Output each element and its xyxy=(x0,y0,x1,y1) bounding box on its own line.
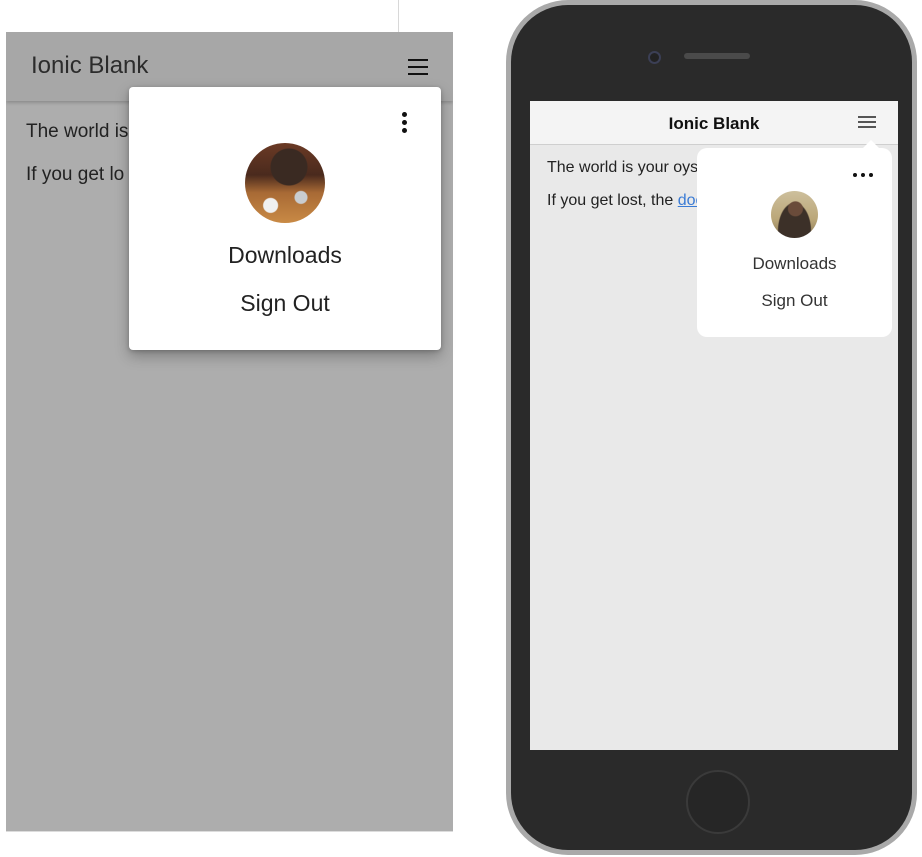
content-text-prefix: If you get lost, the xyxy=(547,192,678,209)
ios-preview-screen: Ionic Blank The world is your oyst If yo… xyxy=(530,101,898,750)
home-button[interactable] xyxy=(686,770,750,834)
content-text-line-2: If you get lo xyxy=(26,164,125,185)
content-text-line-1: The world is xyxy=(26,121,129,142)
menu-item-downloads[interactable]: Downloads xyxy=(129,242,441,269)
divider xyxy=(398,0,399,32)
speaker-grille xyxy=(684,53,750,59)
menu-item-sign-out[interactable]: Sign Out xyxy=(697,291,892,311)
page-title: Ionic Blank xyxy=(31,52,149,79)
hamburger-icon[interactable] xyxy=(408,59,428,75)
vertical-dots-icon[interactable] xyxy=(399,111,411,133)
hamburger-icon[interactable] xyxy=(858,116,876,129)
menu-item-sign-out[interactable]: Sign Out xyxy=(129,290,441,317)
content-text-line-1: The world is your oyst xyxy=(547,159,703,176)
toolbar: Ionic Blank xyxy=(530,101,898,145)
horizontal-dots-icon[interactable] xyxy=(853,173,875,178)
popover-menu: Downloads Sign Out xyxy=(697,140,892,337)
camera-icon xyxy=(648,51,661,64)
popover-arrow xyxy=(862,140,880,149)
avatar xyxy=(771,191,818,238)
page-title: Ionic Blank xyxy=(668,114,760,133)
content-text-line-2: If you get lost, the doc xyxy=(547,192,704,210)
popover-menu: Downloads Sign Out xyxy=(129,87,441,350)
menu-item-downloads[interactable]: Downloads xyxy=(697,254,892,274)
avatar xyxy=(245,143,325,223)
